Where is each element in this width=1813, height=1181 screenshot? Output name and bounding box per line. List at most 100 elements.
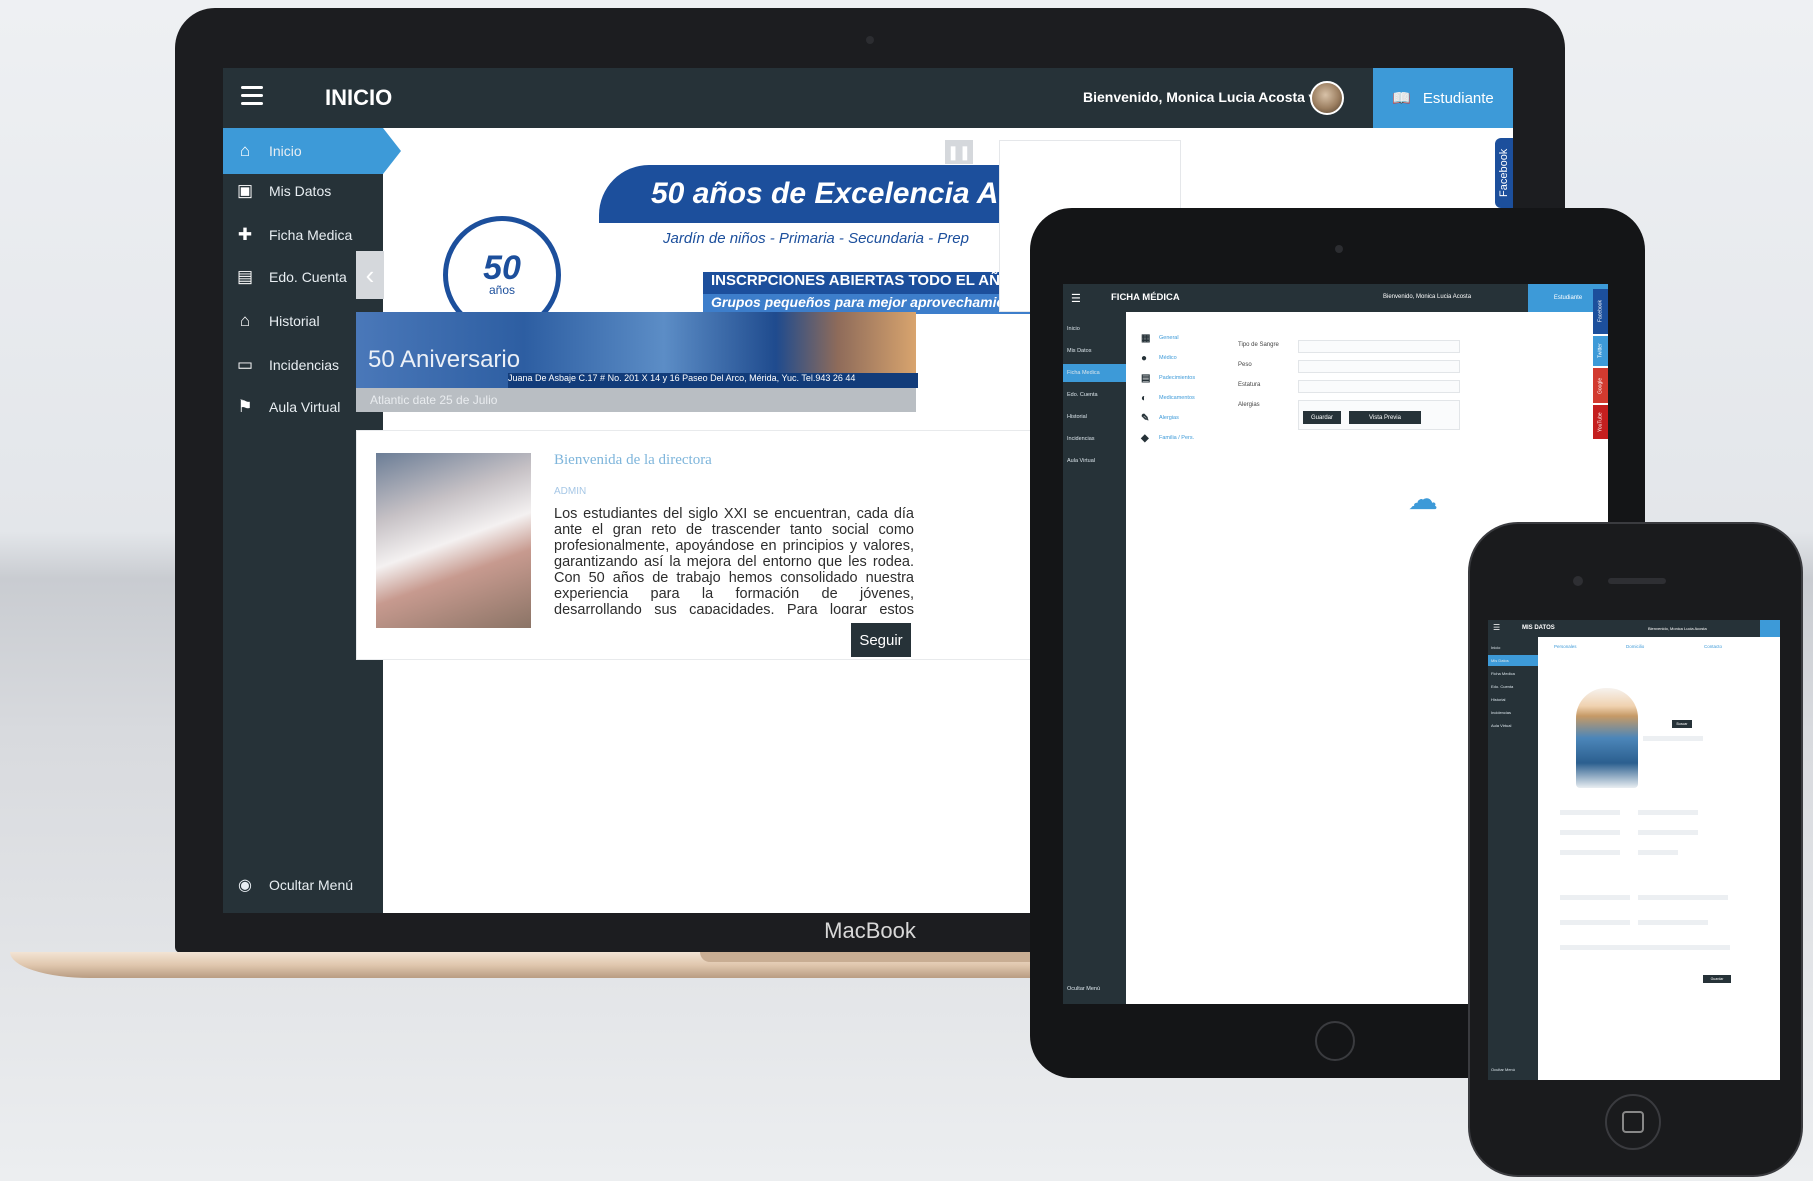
form-field[interactable] bbox=[1560, 830, 1620, 835]
phone-welcome[interactable]: Bienvenido, Monica Lucia Acosta bbox=[1648, 626, 1707, 631]
phone-page-title: MIS DATOS bbox=[1522, 625, 1555, 631]
banner-anniversary: 50 Aniversario bbox=[368, 346, 521, 373]
tab-personales[interactable]: Personales bbox=[1554, 644, 1577, 649]
tab-medicamentos[interactable]: ◐ Medicamentos bbox=[1141, 389, 1221, 407]
tab-contacto[interactable]: Contacto bbox=[1704, 644, 1722, 649]
tab-general[interactable]: ▦ General bbox=[1141, 329, 1221, 347]
role-label: Estudiante bbox=[1422, 89, 1494, 107]
banner-levels: Jardín de niños - Primaria - Secundaria … bbox=[663, 230, 969, 247]
tablet-sidebar-item[interactable]: Edo. Cuenta bbox=[1063, 386, 1126, 404]
phone-sidebar-item[interactable]: Incidencias bbox=[1488, 707, 1538, 718]
preview-button[interactable]: Vista Previa bbox=[1349, 411, 1421, 424]
app-header: INICIO Bienvenido, Monica Lucia Acosta ▾… bbox=[223, 68, 1513, 128]
save-button[interactable]: Guardar bbox=[1303, 411, 1341, 424]
tablet-sidebar-item[interactable]: Mis Datos bbox=[1063, 342, 1126, 360]
tablet-page-title: FICHA MÉDICA bbox=[1111, 292, 1180, 303]
form-field[interactable] bbox=[1560, 920, 1630, 925]
tab-domicilio[interactable]: Domicilio bbox=[1626, 644, 1644, 649]
page-title: INICIO bbox=[325, 85, 393, 110]
history-icon: ⌂ bbox=[239, 311, 251, 330]
phone-sidebar-item[interactable]: Historial bbox=[1488, 694, 1538, 705]
tablet-sidebar-item[interactable]: Historial bbox=[1063, 408, 1126, 426]
news-body: Los estudiantes del siglo XXI se encuent… bbox=[554, 506, 914, 614]
sidebar-item-mis-datos[interactable]: ▣ Mis Datos bbox=[223, 168, 383, 214]
phone-home-button bbox=[1605, 1094, 1661, 1150]
form-field[interactable] bbox=[1560, 945, 1730, 950]
folder-icon: ▭ bbox=[236, 355, 254, 374]
tablet-sidebar-item[interactable]: Incidencias bbox=[1063, 430, 1126, 448]
tablet-sidebar: Inicio Mis Datos Ficha Medica Edo. Cuent… bbox=[1063, 312, 1126, 1004]
weight-input[interactable] bbox=[1298, 360, 1460, 373]
student-photo bbox=[1576, 688, 1638, 788]
height-input[interactable] bbox=[1298, 380, 1460, 393]
tab-alergias[interactable]: ✎ Alergias bbox=[1141, 409, 1221, 427]
form-field[interactable] bbox=[1638, 810, 1698, 815]
slider-caption: Atlantic date 25 de Julio bbox=[356, 388, 916, 412]
phone-sidebar-item[interactable]: Aula Virtual bbox=[1488, 720, 1538, 731]
blood-type-select[interactable] bbox=[1298, 340, 1460, 353]
tab-padecimientos[interactable]: ▤ Padecimientos bbox=[1141, 369, 1221, 387]
phone-sidebar-item[interactable]: Ficha Medica bbox=[1488, 668, 1538, 679]
role-button[interactable]: 📖 Estudiante bbox=[1373, 68, 1513, 128]
field-label: Tipo de Sangre bbox=[1238, 342, 1279, 348]
phone-screen: ☰ MIS DATOS Bienvenido, Monica Lucia Aco… bbox=[1488, 620, 1780, 1080]
news-photo bbox=[376, 453, 531, 628]
tablet-camera bbox=[1335, 245, 1343, 253]
form-field[interactable] bbox=[1638, 850, 1678, 855]
hamburger-menu-icon[interactable]: ☰ bbox=[1493, 623, 1500, 632]
hamburger-menu-icon[interactable]: ☰ bbox=[1071, 292, 1081, 305]
phone-sidebar-item-active[interactable]: Mis Datos bbox=[1488, 655, 1538, 666]
graduation-cap-icon: ⚑ bbox=[237, 397, 253, 416]
tablet-section-menu: ▦ General ● Médico ▤ Padecimientos ◐ Medicam… bbox=[1141, 329, 1221, 469]
phone-hide-menu[interactable]: Ocultar Menú bbox=[1491, 1067, 1515, 1072]
phone-role-button[interactable] bbox=[1760, 620, 1780, 637]
news-title[interactable]: Bienvenida de la directora bbox=[554, 452, 712, 469]
tab-familia[interactable]: ◆ Familia / Pers. bbox=[1141, 429, 1221, 447]
eye-icon: ◉ bbox=[238, 877, 252, 894]
photo-field[interactable] bbox=[1643, 736, 1703, 741]
cloud-logo-icon: ☁ bbox=[1408, 483, 1438, 516]
user-avatar[interactable] bbox=[1310, 81, 1344, 115]
phone-save-button[interactable]: Guardar bbox=[1703, 975, 1731, 983]
laptop-notch bbox=[700, 952, 1040, 962]
search-button[interactable]: Buscar bbox=[1672, 720, 1692, 728]
form-field[interactable] bbox=[1638, 830, 1698, 835]
phone-tabs: Personales Domicilio Contacto bbox=[1554, 642, 1764, 656]
book-icon: 📖 bbox=[1392, 90, 1411, 107]
phone-header: ☰ MIS DATOS Bienvenido, Monica Lucia Aco… bbox=[1488, 620, 1780, 637]
phone-sidebar-item[interactable]: Inicio bbox=[1488, 642, 1538, 653]
youtube-tab[interactable]: YouTube bbox=[1593, 405, 1608, 439]
welcome-user-menu[interactable]: Bienvenido, Monica Lucia Acosta ▾ bbox=[1083, 89, 1316, 106]
twitter-tab[interactable]: Twitter bbox=[1593, 336, 1608, 366]
tablet-sidebar-item-active[interactable]: Ficha Medica bbox=[1063, 364, 1126, 382]
field-label: Estatura bbox=[1238, 382, 1261, 388]
laptop-camera bbox=[866, 36, 874, 44]
phone-sidebar-item[interactable]: Edo. Cuenta bbox=[1488, 681, 1538, 692]
news-author: ADMIN bbox=[554, 486, 587, 497]
laptop-brand-label: MacBook bbox=[824, 918, 916, 943]
facebook-tab[interactable]: Facebook bbox=[1593, 289, 1608, 334]
form-field[interactable] bbox=[1560, 895, 1630, 900]
form-field[interactable] bbox=[1638, 895, 1728, 900]
slider-prev-button[interactable]: ‹ bbox=[356, 251, 384, 299]
form-field[interactable] bbox=[1638, 920, 1708, 925]
hamburger-menu-icon[interactable] bbox=[241, 86, 263, 108]
google-tab[interactable]: Google bbox=[1593, 368, 1608, 403]
doctor-icon: ● bbox=[1141, 352, 1148, 364]
phone-camera bbox=[1573, 576, 1583, 586]
account-statement-icon: ▤ bbox=[236, 267, 254, 286]
tab-medico[interactable]: ● Médico bbox=[1141, 349, 1221, 367]
tablet-sidebar-item[interactable]: Aula Virtual bbox=[1063, 452, 1126, 470]
tablet-sidebar-item[interactable]: Inicio bbox=[1063, 320, 1126, 338]
tablet-welcome[interactable]: Bienvenido, Monica Lucia Acosta bbox=[1383, 294, 1471, 300]
facebook-side-tab[interactable]: Facebook bbox=[1495, 138, 1513, 208]
medical-kit-icon: ✚ bbox=[237, 225, 253, 244]
hide-menu-button[interactable]: ◉ Ocultar Menú bbox=[223, 875, 383, 895]
form-field[interactable] bbox=[1560, 810, 1620, 815]
tablet-hide-menu[interactable]: Ocultar Menú bbox=[1067, 986, 1100, 992]
pill-icon: ◐ bbox=[1141, 392, 1148, 404]
clipboard-icon: ▤ bbox=[1141, 372, 1151, 384]
read-more-button[interactable]: Seguir bbox=[851, 623, 911, 657]
slider-pause-button[interactable]: ❚❚ bbox=[945, 140, 973, 164]
form-field[interactable] bbox=[1560, 850, 1620, 855]
